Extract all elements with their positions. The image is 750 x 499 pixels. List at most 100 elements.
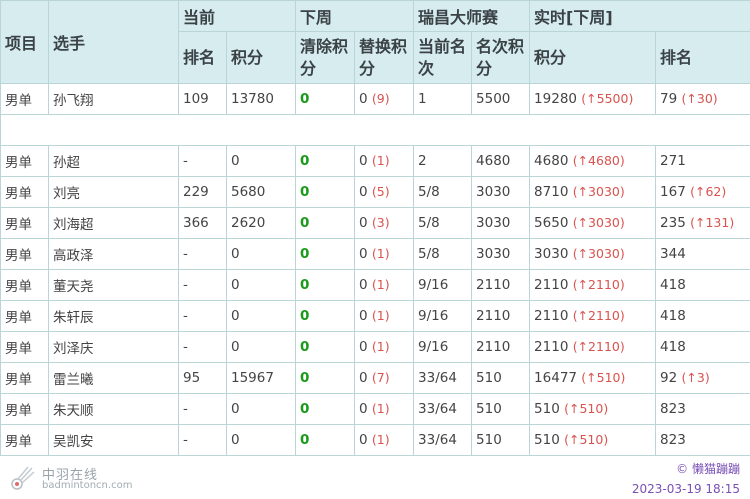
replace-value: 0 xyxy=(359,339,368,355)
rank-cell: 229 xyxy=(178,176,227,208)
realtime-rank-cell: 271 xyxy=(655,145,750,177)
rank-cell: - xyxy=(178,145,227,177)
clear-value: 0 xyxy=(300,153,310,169)
rank-value: - xyxy=(183,339,188,355)
table-row: 男单 朱天顺 -0 0 0 (1) 33/64 510 510 (↑510) 823 xyxy=(0,393,750,425)
event-value: 男单 xyxy=(5,217,32,233)
rank-cell: - xyxy=(178,331,227,363)
realtime-rank-value: 418 xyxy=(660,308,686,324)
round-cell: 1 xyxy=(413,83,473,115)
rank-cell: - xyxy=(178,300,227,332)
round-cell: 9/16 xyxy=(413,300,473,332)
round-value: 9/16 xyxy=(418,277,449,293)
round-points-cell: 3030 xyxy=(471,238,531,270)
clear-cell: 0 xyxy=(295,176,356,208)
table-row: 男单 孙飞翔 109 13780 0 0 (9) 1 5500 19280 (↑5500) 79 … xyxy=(0,83,750,115)
rank-value: - xyxy=(183,401,188,417)
round-points-cell: 3030 xyxy=(471,176,531,208)
points-cell: 0 xyxy=(225,393,297,425)
replace-value: 0 xyxy=(359,308,368,324)
event-value: 男单 xyxy=(5,372,32,388)
realtime-points-cell: 5650 (↑3030) xyxy=(529,207,657,239)
player-cell: 董天尧 xyxy=(48,269,179,301)
event-cell: 男单 xyxy=(0,269,49,301)
points-cell: 0 xyxy=(225,145,297,177)
group-header-realtime: 实时[下周] xyxy=(529,0,750,32)
points-value: 15967 xyxy=(231,370,274,386)
site-logo: 中羽在线 badmintoncn.com xyxy=(8,462,148,496)
player-cell: 刘泽庆 xyxy=(48,331,179,363)
col-header-event: 项目 xyxy=(0,0,49,84)
clear-cell: 0 xyxy=(295,207,356,239)
clear-value: 0 xyxy=(300,308,310,324)
col-header-points: 积分 xyxy=(225,31,297,84)
col-header-current-round: 当前名次 xyxy=(413,31,473,84)
round-cell: 5/8 xyxy=(413,207,473,239)
points-value: 0 xyxy=(231,308,240,324)
realtime-rank-value: 271 xyxy=(660,153,686,169)
player-name: 吴凯安 xyxy=(53,434,94,450)
table-row: 男单 雷兰曦 95 15967 0 0 (7) 33/64 510 16477 (↑510) 92… xyxy=(0,362,750,394)
col-header-player: 选手 xyxy=(48,0,179,84)
group-header-current: 当前 xyxy=(177,0,297,32)
clear-cell: 0 xyxy=(295,238,356,270)
realtime-points-value: 8710 xyxy=(534,184,569,200)
player-name: 朱天顺 xyxy=(53,403,94,419)
realtime-rank-value: 418 xyxy=(660,277,686,293)
table-body: 男单 孙飞翔 109 13780 0 0 (9) 1 5500 19280 (↑5500) 79 … xyxy=(0,83,750,456)
realtime-points-delta: (↑2110) xyxy=(572,308,625,323)
event-value: 男单 xyxy=(5,310,32,326)
replace-count: (9) xyxy=(371,91,390,106)
table-row: 男单 董天尧 -0 0 0 (1) 9/16 2110 2110 (↑2110) 418 xyxy=(0,269,750,301)
realtime-points-value: 4680 xyxy=(534,153,569,169)
rank-value: 95 xyxy=(183,370,201,386)
clear-value: 0 xyxy=(300,277,310,293)
header-group-row: 项目 选手 当前 下周 瑞昌大师赛 实时[下周] xyxy=(0,0,750,84)
points-value: 13780 xyxy=(231,91,274,107)
player-cell: 雷兰曦 xyxy=(48,362,179,394)
points-value: 5680 xyxy=(231,184,266,200)
points-cell: 0 xyxy=(225,424,297,456)
realtime-rank-cell: 167 (↑62) xyxy=(655,176,750,208)
realtime-points-value: 2110 xyxy=(534,277,569,293)
event-cell: 男单 xyxy=(0,300,49,332)
event-value: 男单 xyxy=(5,155,32,171)
replace-cell: 0 (9) xyxy=(354,83,415,115)
round-value: 33/64 xyxy=(418,401,457,417)
event-cell: 男单 xyxy=(0,145,49,177)
event-value: 男单 xyxy=(5,434,32,450)
round-points-value: 3030 xyxy=(476,246,511,262)
replace-cell: 0 (5) xyxy=(354,176,415,208)
points-cell: 0 xyxy=(225,238,297,270)
round-value: 9/16 xyxy=(418,308,449,324)
realtime-points-cell: 2110 (↑2110) xyxy=(529,300,657,332)
replace-value: 0 xyxy=(359,277,368,293)
realtime-rank-cell: 235 (↑131) xyxy=(655,207,750,239)
replace-value: 0 xyxy=(359,246,368,262)
replace-count: (1) xyxy=(371,308,390,323)
round-cell: 2 xyxy=(413,145,473,177)
points-cell: 0 xyxy=(225,269,297,301)
realtime-points-value: 19280 xyxy=(534,91,577,107)
realtime-points-delta: (↑2110) xyxy=(572,277,625,292)
realtime-points-delta: (↑510) xyxy=(581,370,626,385)
round-cell: 33/64 xyxy=(413,393,473,425)
points-cell: 5680 xyxy=(225,176,297,208)
replace-count: (1) xyxy=(371,246,390,261)
points-cell: 0 xyxy=(225,331,297,363)
player-name: 刘泽庆 xyxy=(53,341,94,357)
event-cell: 男单 xyxy=(0,238,49,270)
realtime-points-cell: 2110 (↑2110) xyxy=(529,331,657,363)
replace-cell: 0 (1) xyxy=(354,238,415,270)
table-row: 男单 朱轩辰 -0 0 0 (1) 9/16 2110 2110 (↑2110) 418 xyxy=(0,300,750,332)
round-points-value: 510 xyxy=(476,401,502,417)
realtime-rank-value: 823 xyxy=(660,401,686,417)
realtime-points-delta: (↑5500) xyxy=(581,91,634,106)
replace-cell: 0 (3) xyxy=(354,207,415,239)
rank-value: - xyxy=(183,246,188,262)
player-cell: 孙飞翔 xyxy=(48,83,179,115)
rank-cell: - xyxy=(178,238,227,270)
realtime-rank-delta: (↑30) xyxy=(681,91,718,106)
rank-cell: - xyxy=(178,393,227,425)
event-cell: 男单 xyxy=(0,207,49,239)
